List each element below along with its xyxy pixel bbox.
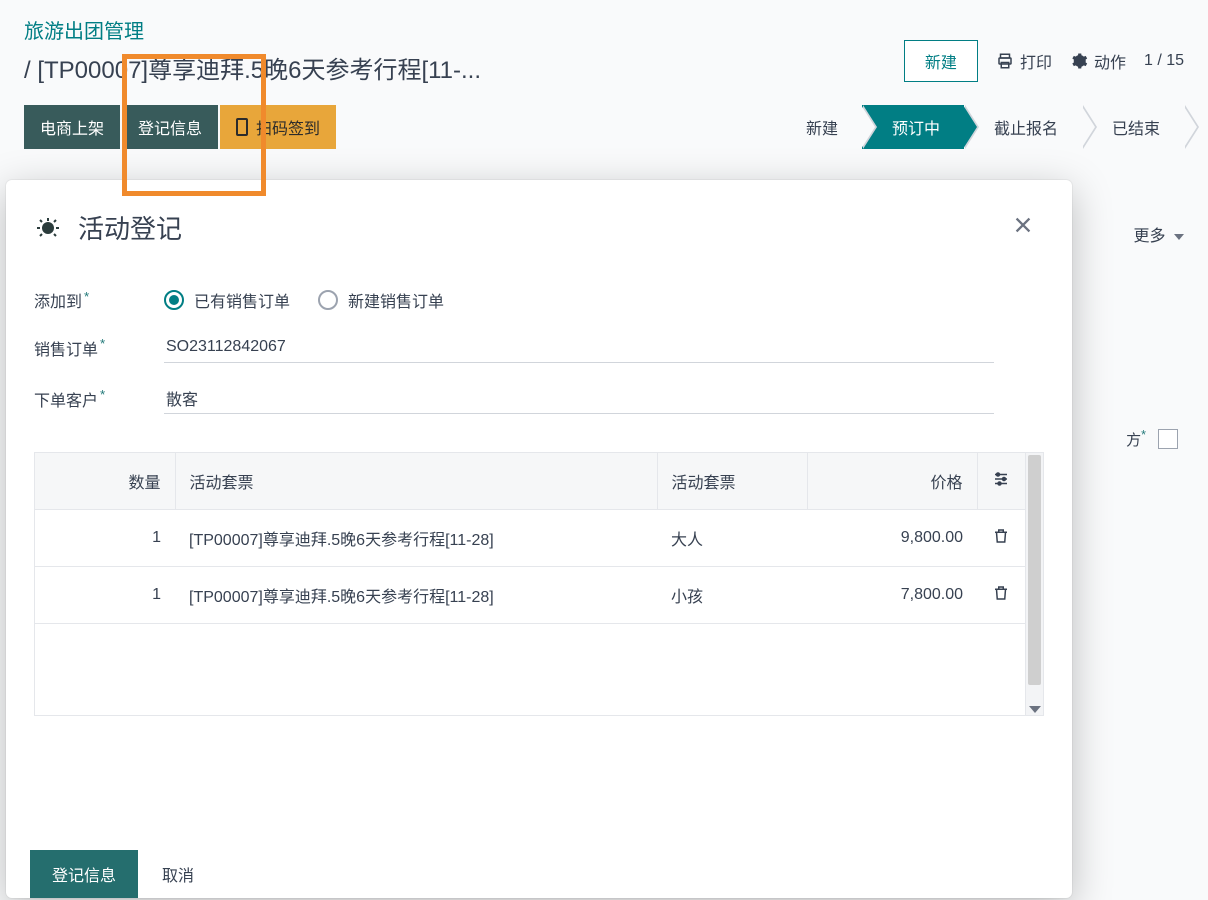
cell-type[interactable]: 小孩: [657, 567, 807, 624]
col-type[interactable]: 活动套票: [657, 453, 807, 510]
cell-package[interactable]: [TP00007]尊享迪拜.5晚6天参考行程[11-28]: [175, 510, 657, 567]
col-package[interactable]: 活动套票: [175, 453, 657, 510]
sliders-icon: [992, 470, 1010, 488]
radio-icon: [164, 290, 184, 310]
chevron-down-icon: [1174, 234, 1184, 240]
customer-input[interactable]: [164, 383, 994, 414]
register-info-button[interactable]: 登记信息: [122, 105, 218, 149]
delete-row-button[interactable]: [977, 510, 1025, 567]
status-step-finished[interactable]: 已结束: [1082, 105, 1184, 149]
phone-icon: [236, 118, 248, 136]
print-label: 打印: [1020, 49, 1052, 73]
radio-existing-order[interactable]: 已有销售订单: [164, 288, 290, 312]
col-qty[interactable]: 数量: [35, 453, 175, 510]
print-button[interactable]: 打印: [996, 49, 1052, 73]
cell-price[interactable]: 9,800.00: [807, 510, 977, 567]
table-scrollbar[interactable]: [1025, 453, 1043, 715]
background-checkbox[interactable]: [1158, 429, 1178, 449]
cell-type[interactable]: 大人: [657, 510, 807, 567]
confirm-register-button[interactable]: 登记信息: [30, 850, 138, 898]
status-step-booking[interactable]: 预订中: [862, 105, 964, 149]
col-price[interactable]: 价格: [807, 453, 977, 510]
cell-package[interactable]: [TP00007]尊享迪拜.5晚6天参考行程[11-28]: [175, 567, 657, 624]
action-button[interactable]: 动作: [1070, 49, 1126, 73]
new-button[interactable]: 新建: [904, 40, 978, 82]
sales-order-label: 销售订单*: [34, 336, 164, 360]
background-field-label: 方*: [1126, 428, 1146, 450]
cancel-button[interactable]: 取消: [162, 862, 194, 886]
close-icon: [1012, 214, 1034, 236]
radio-new-order[interactable]: 新建销售订单: [318, 288, 444, 312]
cell-qty[interactable]: 1: [35, 510, 175, 567]
print-icon: [996, 52, 1014, 70]
radio-icon: [318, 290, 338, 310]
cell-price[interactable]: 7,800.00: [807, 567, 977, 624]
action-label: 动作: [1094, 49, 1126, 73]
trash-icon: [992, 527, 1010, 545]
scan-checkin-label: 扫码签到: [256, 115, 320, 139]
radio-existing-label: 已有销售订单: [194, 288, 290, 312]
more-dropdown[interactable]: 更多: [1134, 222, 1184, 246]
status-pipeline: 新建 预订中 截止报名 已结束: [776, 105, 1184, 149]
pager[interactable]: 1 / 15: [1144, 52, 1184, 70]
trash-icon: [992, 584, 1010, 602]
tickets-table: 数量 活动套票 活动套票 价格 1 [TP00007]尊享迪拜.5晚6: [35, 453, 1025, 624]
scan-checkin-button[interactable]: 扫码签到: [220, 105, 336, 149]
add-to-label: 添加到*: [34, 288, 164, 312]
table-row[interactable]: 1 [TP00007]尊享迪拜.5晚6天参考行程[11-28] 小孩 7,800…: [35, 567, 1025, 624]
chevron-down-icon: [1029, 706, 1041, 713]
activity-register-modal: 活动登记 添加到* 已有销售订单 新建销售订单 销售订单* 下单: [6, 180, 1072, 898]
modal-title: 活动登记: [78, 209, 182, 246]
customer-label: 下单客户*: [34, 387, 164, 411]
delete-row-button[interactable]: [977, 567, 1025, 624]
gear-icon: [1070, 52, 1088, 70]
radio-new-label: 新建销售订单: [348, 288, 444, 312]
table-row[interactable]: 1 [TP00007]尊享迪拜.5晚6天参考行程[11-28] 大人 9,800…: [35, 510, 1025, 567]
scroll-thumb[interactable]: [1028, 455, 1041, 685]
ecommerce-publish-button[interactable]: 电商上架: [24, 105, 120, 149]
status-step-new[interactable]: 新建: [776, 105, 862, 149]
col-tools[interactable]: [977, 453, 1025, 510]
bug-icon: [36, 215, 60, 239]
more-label: 更多: [1134, 228, 1166, 245]
status-step-closed[interactable]: 截止报名: [964, 105, 1082, 149]
cell-qty[interactable]: 1: [35, 567, 175, 624]
close-button[interactable]: [1004, 208, 1042, 246]
background-field: 方*: [1126, 428, 1178, 450]
sales-order-input[interactable]: [164, 332, 994, 363]
